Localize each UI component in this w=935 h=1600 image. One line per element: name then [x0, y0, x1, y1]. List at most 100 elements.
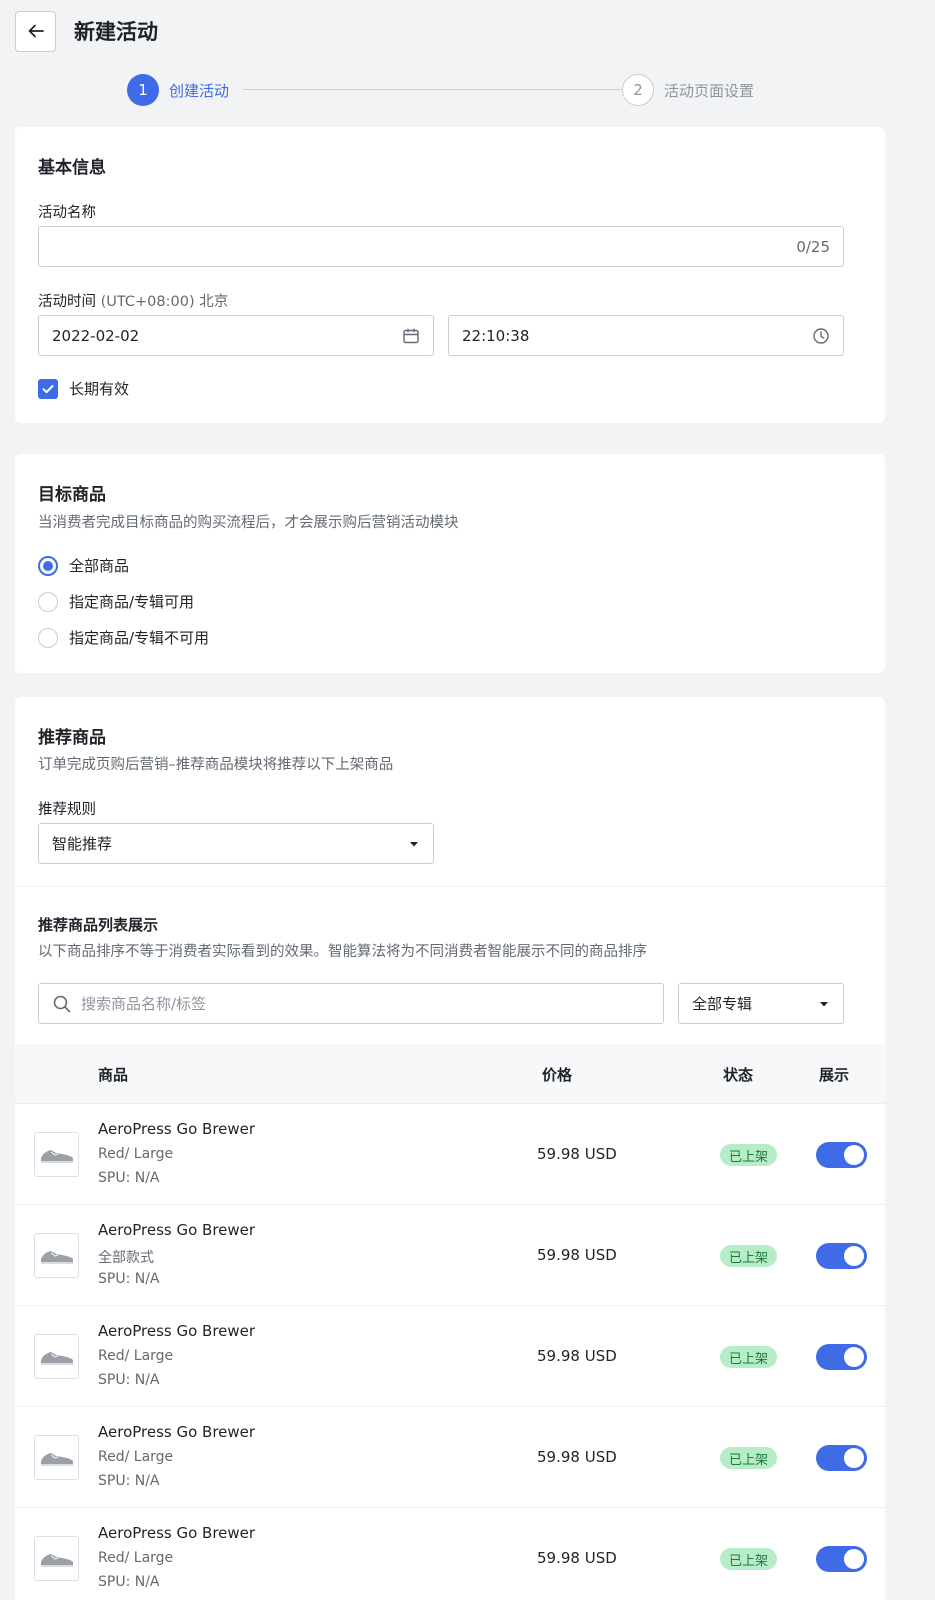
product-thumbnail: [34, 1536, 79, 1581]
search-icon: [53, 995, 71, 1012]
radio-label: 指定商品/专辑可用: [69, 593, 195, 611]
product-variant: Red/ Large: [98, 1146, 174, 1162]
calendar-icon: [403, 328, 419, 343]
basic-info-card: 基本信息 活动名称 0/25 活动时间 (UTC+08:00) 北京 2022-…: [15, 127, 885, 423]
product-spu: SPU: N/A: [98, 1271, 160, 1287]
table-row: AeroPress Go Brewer Red/ Large SPU: N/A …: [15, 1305, 885, 1406]
product-price: 59.98 USD: [537, 1448, 617, 1466]
radio-specified-available[interactable]: 指定商品/专辑可用: [38, 591, 194, 612]
toggle-knob: [844, 1347, 864, 1367]
display-toggle[interactable]: [816, 1344, 867, 1370]
product-name: AeroPress Go Brewer: [98, 1322, 256, 1340]
step-number: 2: [622, 74, 654, 106]
product-thumbnail: [34, 1132, 79, 1177]
product-variant: Red/ Large: [98, 1348, 174, 1364]
display-toggle[interactable]: [816, 1445, 867, 1471]
product-spu: SPU: N/A: [98, 1574, 160, 1590]
collection-value: 全部专辑: [692, 995, 753, 1013]
product-name: AeroPress Go Brewer: [98, 1120, 256, 1138]
activity-name-label: 活动名称: [38, 205, 96, 221]
back-button[interactable]: [15, 10, 56, 52]
shoe-thumbnail-icon: [40, 1452, 73, 1466]
product-price: 59.98 USD: [537, 1246, 617, 1264]
radio-all-products[interactable]: 全部商品: [38, 555, 129, 576]
product-spu: SPU: N/A: [98, 1473, 160, 1489]
time-picker[interactable]: 22:10:38: [448, 315, 844, 356]
step-label: 创建活动: [169, 81, 230, 100]
product-thumbnail: [34, 1334, 79, 1379]
radio-button[interactable]: [38, 555, 58, 576]
table-row: AeroPress Go Brewer Red/ Large SPU: N/A …: [15, 1406, 885, 1507]
toggle-knob: [844, 1549, 864, 1569]
list-description: 以下商品排序不等于消费者实际看到的效果。智能算法将为不同消费者智能展示不同的商品…: [38, 944, 647, 960]
date-picker[interactable]: 2022-02-02: [38, 315, 434, 356]
product-spu: SPU: N/A: [98, 1372, 160, 1388]
caret-down-icon: [820, 1001, 828, 1006]
product-price: 59.98 USD: [537, 1145, 617, 1163]
product-variant: 全部款式: [98, 1250, 154, 1266]
table-header: 商品 价格 状态 展示: [15, 1044, 885, 1103]
collection-select[interactable]: 全部专辑: [678, 983, 844, 1024]
column-product: 商品: [98, 1066, 129, 1084]
activity-name-input[interactable]: 0/25: [38, 226, 844, 267]
radio-button[interactable]: [38, 591, 58, 612]
step-label: 活动页面设置: [664, 81, 755, 100]
page-header: 新建活动: [15, 10, 158, 52]
shoe-thumbnail-icon: [40, 1553, 73, 1567]
product-thumbnail: [34, 1435, 79, 1480]
steps-indicator: 1 创建活动 2 活动页面设置: [127, 74, 772, 106]
long-term-checkbox[interactable]: 长期有效: [38, 378, 129, 399]
checkbox-box[interactable]: [38, 378, 58, 399]
product-search-input[interactable]: 搜索商品名称/标签: [38, 983, 664, 1024]
radio-label: 指定商品/专辑不可用: [69, 629, 210, 647]
shoe-thumbnail-icon: [40, 1149, 73, 1163]
caret-down-icon: [410, 841, 418, 846]
shoe-thumbnail-icon: [40, 1250, 73, 1264]
product-price: 59.98 USD: [537, 1549, 617, 1567]
radio-label: 全部商品: [69, 557, 130, 575]
rule-value: 智能推荐: [52, 835, 113, 853]
section-divider: [15, 886, 885, 887]
time-label-text: 活动时间: [38, 294, 96, 310]
radio-button[interactable]: [38, 627, 58, 648]
display-toggle[interactable]: [816, 1142, 867, 1168]
date-value: 2022-02-02: [52, 326, 140, 345]
clock-icon: [813, 327, 829, 344]
product-name: AeroPress Go Brewer: [98, 1423, 256, 1441]
toggle-knob: [844, 1448, 864, 1468]
section-title: 目标商品: [38, 485, 106, 505]
status-badge: 已上架: [720, 1346, 778, 1368]
rule-select[interactable]: 智能推荐: [38, 823, 434, 864]
section-description: 当消费者完成目标商品的购买流程后，才会展示购后营销活动模块: [38, 515, 459, 531]
time-value: 22:10:38: [462, 326, 530, 345]
search-placeholder: 搜索商品名称/标签: [81, 995, 207, 1013]
step-page-settings[interactable]: 2 活动页面设置: [622, 74, 754, 106]
display-toggle[interactable]: [816, 1546, 867, 1572]
list-title: 推荐商品列表展示: [38, 916, 159, 934]
target-products-card: 目标商品 当消费者完成目标商品的购买流程后，才会展示购后营销活动模块 全部商品 …: [15, 454, 885, 673]
time-zone-text: (UTC+08:00) 北京: [100, 294, 229, 310]
product-spu: SPU: N/A: [98, 1170, 160, 1186]
toggle-knob: [844, 1145, 864, 1165]
toggle-knob: [844, 1246, 864, 1266]
activity-time-label: 活动时间 (UTC+08:00) 北京: [38, 290, 228, 311]
char-counter: 0/25: [796, 237, 830, 256]
check-icon: [42, 384, 54, 393]
page-title: 新建活动: [74, 20, 158, 44]
display-toggle[interactable]: [816, 1243, 867, 1269]
radio-specified-unavailable[interactable]: 指定商品/专辑不可用: [38, 627, 209, 648]
table-row: AeroPress Go Brewer Red/ Large SPU: N/A …: [15, 1103, 885, 1204]
recommended-products-card: 推荐商品 订单完成页购后营销–推荐商品模块将推荐以下上架商品 推荐规则 智能推荐…: [15, 697, 885, 1600]
product-thumbnail: [34, 1233, 79, 1278]
shoe-thumbnail-icon: [40, 1351, 73, 1365]
column-status: 状态: [723, 1066, 754, 1084]
section-title: 推荐商品: [38, 728, 106, 748]
table-row: AeroPress Go Brewer Red/ Large SPU: N/A …: [15, 1507, 885, 1600]
step-connector: [243, 89, 627, 90]
step-create-activity[interactable]: 1 创建活动: [127, 74, 229, 106]
product-price: 59.98 USD: [537, 1347, 617, 1365]
product-name: AeroPress Go Brewer: [98, 1221, 256, 1239]
checkbox-label: 长期有效: [69, 380, 130, 398]
column-price: 价格: [542, 1066, 573, 1084]
status-badge: 已上架: [720, 1548, 778, 1570]
